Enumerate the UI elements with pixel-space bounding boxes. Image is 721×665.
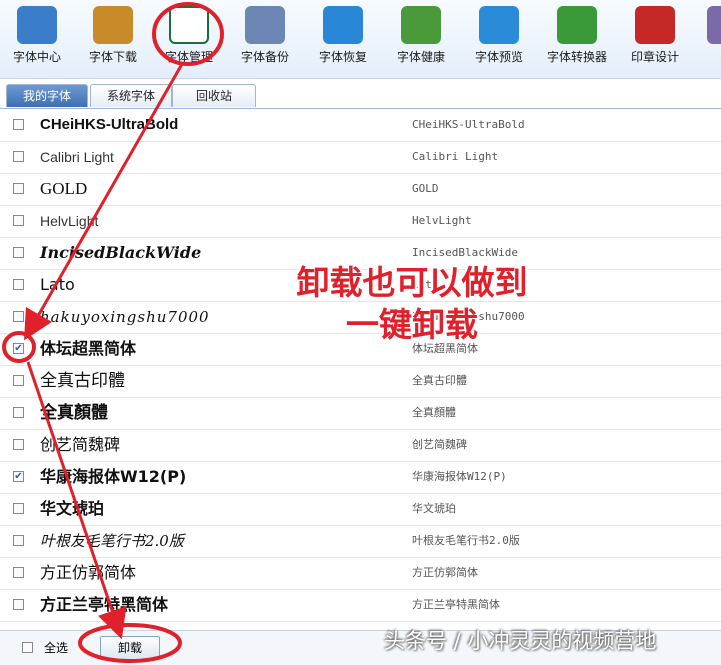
font-row[interactable]: Calibri Light Calibri Light [0, 141, 721, 174]
font-preview-text: 创艺简魏碑 [40, 435, 121, 454]
font-row[interactable]: 华康海报体W12(P) 华康海报体W12(P) [0, 461, 721, 494]
annotation-text: 卸载也可以做到 一键卸载 [262, 262, 562, 346]
font-row[interactable]: 方正仿郭简体 方正仿郭简体 [0, 557, 721, 590]
font-row[interactable]: 创艺简魏碑 创艺简魏碑 [0, 429, 721, 462]
font-preview-text: 全真顏體 [40, 403, 108, 423]
art-icon [707, 6, 721, 44]
toolbar-seal-design-button[interactable]: 印章设计 [618, 4, 692, 74]
toolbar-label: 印章设计 [630, 50, 679, 64]
magnifier-icon [479, 6, 519, 44]
toolbar-label: 字体下载 [88, 50, 137, 64]
font-row-checkbox[interactable] [13, 567, 24, 578]
font-row-checkbox[interactable] [13, 343, 24, 354]
font-row-checkbox[interactable] [13, 407, 24, 418]
font-preview-text: Lato [40, 275, 75, 294]
font-row-checkbox[interactable] [13, 151, 24, 162]
font-row-checkbox[interactable] [13, 439, 24, 450]
toolbar-font-manage-button[interactable]: 字体管理 [152, 4, 226, 74]
font-row-checkbox[interactable] [13, 471, 24, 482]
font-row-checkbox[interactable] [13, 599, 24, 610]
toolbar: 字体中心 字体下载 字体管理 字体备份 字体恢复 字体健康 字体预览 字体转换器 印章设计艺 [0, 0, 721, 79]
select-all-label: 全选 [44, 641, 69, 655]
font-manage-icon [169, 6, 209, 44]
toolbar-label: 字体预览 [474, 50, 523, 64]
toolbar-font-preview-button[interactable]: 字体预览 [462, 4, 536, 74]
tab-1[interactable]: 系统字体 [90, 84, 172, 107]
font-preview-text: Calibri Light [40, 149, 114, 165]
font-row[interactable]: HelvLight HelvLight [0, 205, 721, 238]
font-row[interactable]: 方正兰亭特黑简体 方正兰亭特黑简体 [0, 589, 721, 622]
font-preview-text: 全真古印體 [40, 371, 125, 391]
font-name-text: 全真古印體 [412, 374, 467, 387]
font-preview-text: hakuyoxingshu7000 [40, 308, 210, 326]
seal-icon [635, 6, 675, 44]
font-row-checkbox[interactable] [13, 311, 24, 322]
font-preview-text: 体坛超黑简体 [40, 339, 137, 358]
font-preview-text: CHeiHKS-UltraBold [40, 116, 179, 133]
toolbar-label: 字体管理 [164, 50, 213, 64]
toolbar-label: 字体备份 [240, 50, 289, 64]
font-name-text: 叶根友毛笔行书2.0版 [412, 534, 520, 547]
toolbar-label: 字体转换器 [546, 50, 607, 64]
font-name-text: HelvLight [412, 214, 472, 227]
font-name-text: GOLD [412, 182, 439, 195]
toolbar-label: 字体中心 [12, 50, 61, 64]
converter-icon [557, 6, 597, 44]
font-preview-text: 华康海报体W12(P) [40, 467, 187, 486]
font-row[interactable]: CHeiHKS-UltraBold CHeiHKS-UltraBold [0, 109, 721, 142]
tab-0[interactable]: 我的字体 [6, 84, 88, 107]
font-row-checkbox[interactable] [13, 183, 24, 194]
font-name-text: Calibri Light [412, 150, 499, 163]
toolbar-font-backup-button[interactable]: 字体备份 [228, 4, 302, 74]
font-row-checkbox[interactable] [13, 215, 24, 226]
toolbar-font-converter-button[interactable]: 字体转换器 [540, 4, 614, 74]
font-row[interactable]: 全真古印體 全真古印體 [0, 365, 721, 398]
font-preview-text: 华文琥珀 [40, 499, 105, 518]
font-name-text: 方正兰亭特黑简体 [412, 598, 500, 611]
toolbar-font-restore-button[interactable]: 字体恢复 [306, 4, 380, 74]
font-name-text: CHeiHKS-UltraBold [412, 118, 525, 131]
annotation-line-2: 一键卸载 [346, 305, 478, 344]
font-preview-text: 叶根友毛笔行书2.0版 [40, 532, 184, 550]
font-preview-text: HelvLight [40, 213, 99, 229]
annotation-line-1: 卸载也可以做到 [296, 263, 528, 302]
font-row-checkbox[interactable] [13, 535, 24, 546]
font-row-checkbox[interactable] [13, 247, 24, 258]
toolbar-font-health-button[interactable]: 字体健康 [384, 4, 458, 74]
house-icon [17, 6, 57, 44]
font-preview-text: IncisedBlackWide [40, 243, 202, 262]
download-box-icon [93, 6, 133, 44]
uninstall-button[interactable]: 卸载 [100, 636, 160, 660]
font-list: CHeiHKS-UltraBold CHeiHKS-UltraBold Calibr… [0, 109, 721, 630]
font-row[interactable]: GOLD GOLD [0, 173, 721, 206]
font-name-text: 全真顏體 [412, 406, 456, 419]
toolbar-label: 字体健康 [396, 50, 445, 64]
tab-2[interactable]: 回收站 [172, 84, 256, 107]
font-name-text: 方正仿郭简体 [412, 566, 478, 579]
font-preview-text: 方正兰亭特黑简体 [40, 595, 169, 614]
font-row-checkbox[interactable] [13, 503, 24, 514]
font-row[interactable]: 全真顏體 全真顏體 [0, 397, 721, 430]
font-row[interactable]: 叶根友毛笔行书2.0版 叶根友毛笔行书2.0版 [0, 525, 721, 558]
document-icon [245, 6, 285, 44]
watermark: 头条号 / 小冲灵灵的视频营地 [384, 629, 657, 653]
font-row[interactable]: 华文琥珀 华文琥珀 [0, 493, 721, 526]
font-row-checkbox[interactable] [13, 375, 24, 386]
font-name-text: 创艺简魏碑 [412, 438, 467, 451]
toolbar-art-button[interactable]: 艺 [690, 4, 721, 74]
restore-arrow-icon [323, 6, 363, 44]
select-all-checkbox[interactable] [22, 642, 33, 653]
font-row-checkbox[interactable] [13, 119, 24, 130]
toolbar-font-center-button[interactable]: 字体中心 [0, 4, 74, 74]
toolbar-font-download-button[interactable]: 字体下载 [76, 4, 150, 74]
toolbar-label: 艺 [690, 48, 721, 65]
font-name-text: 华康海报体W12(P) [412, 470, 507, 483]
font-preview-text: GOLD [40, 179, 88, 198]
medical-kit-icon [401, 6, 441, 44]
font-row-checkbox[interactable] [13, 279, 24, 290]
font-preview-text: 方正仿郭简体 [40, 563, 137, 582]
tab-bar: 我的字体 系统字体 回收站 [0, 84, 721, 109]
font-name-text: 华文琥珀 [412, 502, 456, 515]
toolbar-label: 字体恢复 [318, 50, 367, 64]
